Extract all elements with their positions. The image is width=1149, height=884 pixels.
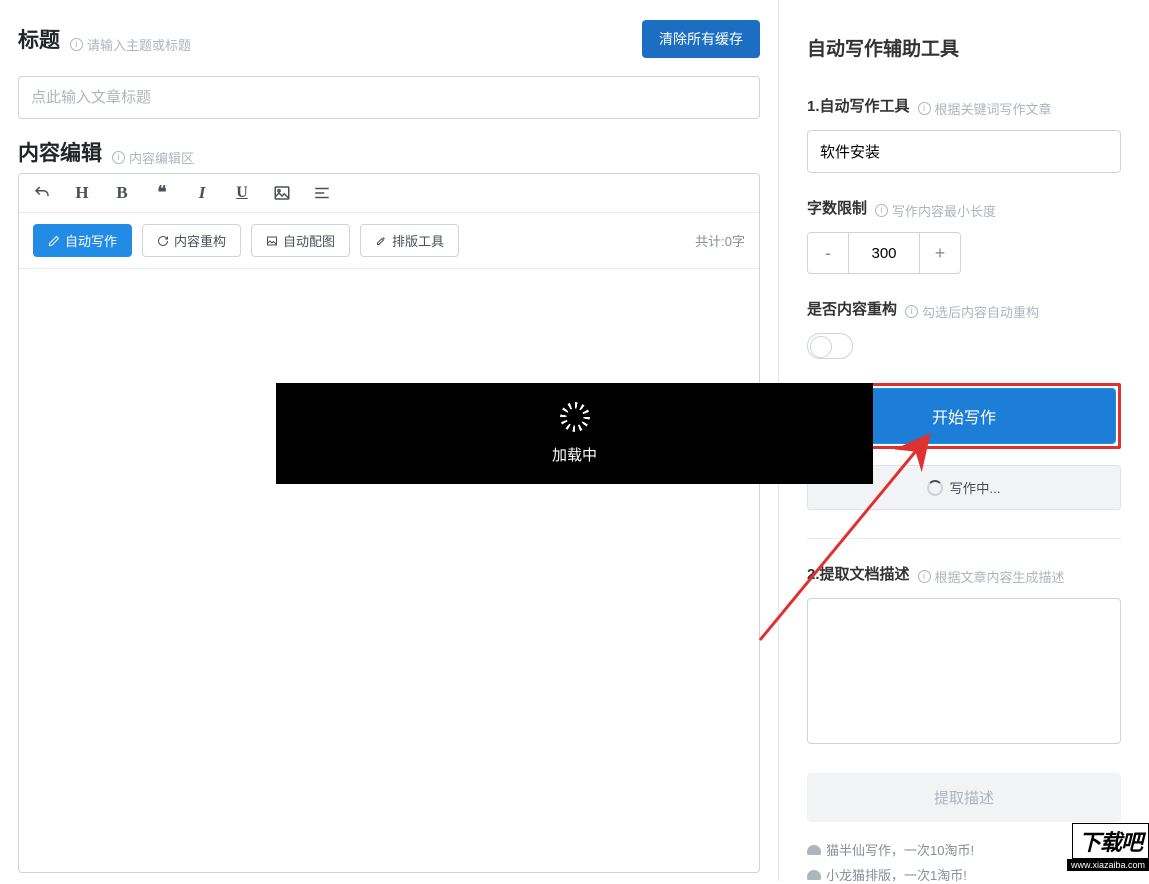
article-title-input[interactable] bbox=[18, 76, 760, 119]
italic-icon[interactable]: I bbox=[193, 184, 211, 202]
action-toolbar: 自动写作 内容重构 自动配图 排版工具 bbox=[19, 213, 759, 269]
spinner-icon bbox=[560, 402, 590, 432]
auto-write-button[interactable]: 自动写作 bbox=[33, 224, 132, 257]
pencil-icon bbox=[48, 235, 60, 247]
mini-spinner-icon bbox=[927, 480, 943, 496]
image-icon[interactable] bbox=[273, 184, 291, 202]
rewrite-toggle-label: 是否内容重构 bbox=[807, 298, 897, 319]
loading-text: 加载中 bbox=[552, 444, 597, 465]
quote-icon[interactable]: ❝ bbox=[153, 184, 171, 202]
info-icon: i bbox=[875, 204, 888, 217]
watermark-main: 下载吧 bbox=[1072, 823, 1149, 859]
title-label: 标题 bbox=[18, 24, 60, 54]
cat-icon bbox=[807, 870, 821, 880]
watermark: 下载吧 www.xiazaiba.com bbox=[1067, 823, 1149, 871]
content-editor-hint: i 内容编辑区 bbox=[112, 148, 194, 167]
refresh-icon bbox=[157, 235, 169, 247]
keyword-input[interactable] bbox=[807, 130, 1121, 173]
loading-overlay: 加载中 bbox=[276, 383, 873, 484]
word-limit-hint: i 写作内容最小长度 bbox=[875, 201, 996, 220]
extract-description-button[interactable]: 提取描述 bbox=[807, 773, 1121, 822]
bold-icon[interactable]: B bbox=[113, 184, 131, 202]
auto-image-button[interactable]: 自动配图 bbox=[251, 224, 350, 257]
layout-tool-button[interactable]: 排版工具 bbox=[360, 224, 459, 257]
auto-write-section-label: 1.自动写作工具 bbox=[807, 95, 910, 116]
title-hint: i 请输入主题或标题 bbox=[70, 35, 191, 54]
rewrite-toggle[interactable] bbox=[807, 333, 853, 359]
rewrite-button[interactable]: 内容重构 bbox=[142, 224, 241, 257]
word-limit-stepper: - + bbox=[807, 232, 961, 274]
undo-icon[interactable] bbox=[33, 184, 51, 202]
underline-icon[interactable]: U bbox=[233, 184, 251, 202]
info-icon: i bbox=[905, 305, 918, 318]
image-small-icon bbox=[266, 235, 278, 247]
info-icon: i bbox=[70, 38, 83, 51]
info-icon: i bbox=[918, 102, 931, 115]
watermark-sub: www.xiazaiba.com bbox=[1067, 859, 1149, 871]
tool-icon bbox=[375, 235, 387, 247]
cat-icon bbox=[807, 845, 821, 855]
auto-write-section-hint: i 根据关键词写作文章 bbox=[918, 99, 1052, 118]
extract-desc-hint: i 根据文章内容生成描述 bbox=[918, 567, 1065, 586]
content-editor-label: 内容编辑 bbox=[18, 137, 102, 167]
format-toolbar: H B ❝ I U bbox=[19, 174, 759, 213]
stepper-increment-button[interactable]: + bbox=[920, 233, 960, 273]
word-limit-input[interactable] bbox=[848, 233, 920, 273]
clear-cache-button[interactable]: 清除所有缓存 bbox=[642, 20, 760, 58]
align-icon[interactable] bbox=[313, 184, 331, 202]
sidebar-title: 自动写作辅助工具 bbox=[807, 34, 1121, 61]
word-limit-label: 字数限制 bbox=[807, 197, 867, 218]
sidebar-divider bbox=[807, 538, 1121, 539]
stepper-decrement-button[interactable]: - bbox=[808, 233, 848, 273]
heading-icon[interactable]: H bbox=[73, 184, 91, 202]
info-icon: i bbox=[112, 151, 125, 164]
word-counter: 共计:0字 bbox=[695, 231, 745, 250]
description-textarea[interactable] bbox=[807, 598, 1121, 744]
rewrite-toggle-hint: i 勾选后内容自动重构 bbox=[905, 302, 1039, 321]
info-icon: i bbox=[918, 570, 931, 583]
editor-container: H B ❝ I U 自动写作 bbox=[18, 173, 760, 873]
extract-desc-label: 2.提取文档描述 bbox=[807, 563, 910, 584]
